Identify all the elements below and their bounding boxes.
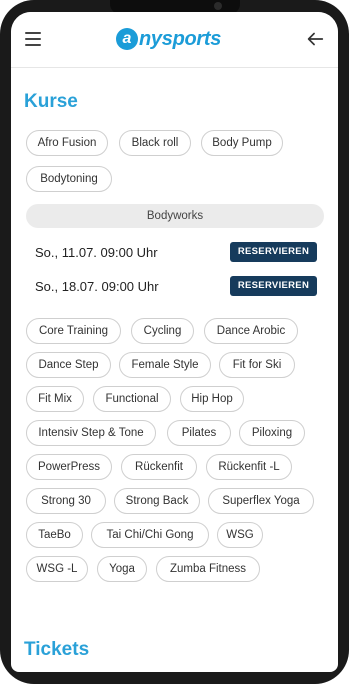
course-chip[interactable]: Afro Fusion (26, 130, 108, 156)
course-chip[interactable]: Female Style (119, 352, 211, 378)
course-chip[interactable]: Fit Mix (26, 386, 84, 412)
logo-text: nysports (139, 27, 222, 50)
course-chip[interactable]: Strong Back (114, 488, 200, 514)
course-chip[interactable]: Body Pump (201, 130, 283, 156)
logo-letter: a (116, 28, 138, 50)
anysports-logo[interactable]: a nysports (116, 27, 221, 51)
reserve-button[interactable]: RESERVIEREN (230, 242, 317, 262)
hamburger-menu-icon[interactable] (25, 32, 41, 46)
session-row: So., 18.07. 09:00 Uhr RESERVIEREN (35, 276, 317, 298)
camera-icon (213, 2, 222, 10)
course-chip[interactable]: WSG (217, 522, 263, 548)
course-chip[interactable]: Dance Step (26, 352, 111, 378)
session-date: So., 18.07. 09:00 Uhr (35, 279, 159, 294)
course-chip[interactable]: Rückenfit (121, 454, 197, 480)
course-chip[interactable]: Tai Chi/Chi Gong (91, 522, 209, 548)
course-chip[interactable]: Rückenfit -L (206, 454, 292, 480)
course-chip[interactable]: Fit for Ski (219, 352, 295, 378)
course-chip[interactable]: Intensiv Step & Tone (26, 420, 156, 446)
course-chip[interactable]: Hip Hop (180, 386, 244, 412)
course-chip[interactable]: Pilates (167, 420, 231, 446)
course-chip[interactable]: Yoga (97, 556, 147, 582)
course-chip[interactable]: PowerPress (26, 454, 112, 480)
back-arrow-icon[interactable] (304, 28, 326, 50)
course-chip[interactable]: Cycling (131, 318, 194, 344)
expanded-course-bar[interactable]: Bodyworks (26, 204, 324, 228)
app-screen: a nysports Kurse Afro Fusion Black roll … (11, 12, 338, 672)
course-chip[interactable]: Superflex Yoga (208, 488, 314, 514)
course-chip[interactable]: TaeBo (26, 522, 83, 548)
course-chip[interactable]: Bodytoning (26, 166, 112, 192)
course-chip[interactable]: Zumba Fitness (156, 556, 260, 582)
session-date: So., 11.07. 09:00 Uhr (35, 245, 158, 260)
reserve-button[interactable]: RESERVIEREN (230, 276, 317, 296)
session-row: So., 11.07. 09:00 Uhr RESERVIEREN (35, 242, 317, 264)
course-chip[interactable]: Core Training (26, 318, 121, 344)
tickets-title: Tickets (24, 639, 90, 660)
course-chip[interactable]: Strong 30 (26, 488, 106, 514)
app-header: a nysports (11, 12, 338, 68)
course-chip[interactable]: Functional (93, 386, 171, 412)
course-chip[interactable]: WSG -L (26, 556, 88, 582)
courses-title: Kurse (24, 91, 78, 112)
course-chip[interactable]: Black roll (119, 130, 191, 156)
phone-frame: a nysports Kurse Afro Fusion Black roll … (0, 0, 349, 684)
main-content: Kurse Afro Fusion Black roll Body Pump B… (11, 68, 338, 672)
course-chip[interactable]: Piloxing (239, 420, 305, 446)
course-chip[interactable]: Dance Arobic (204, 318, 298, 344)
